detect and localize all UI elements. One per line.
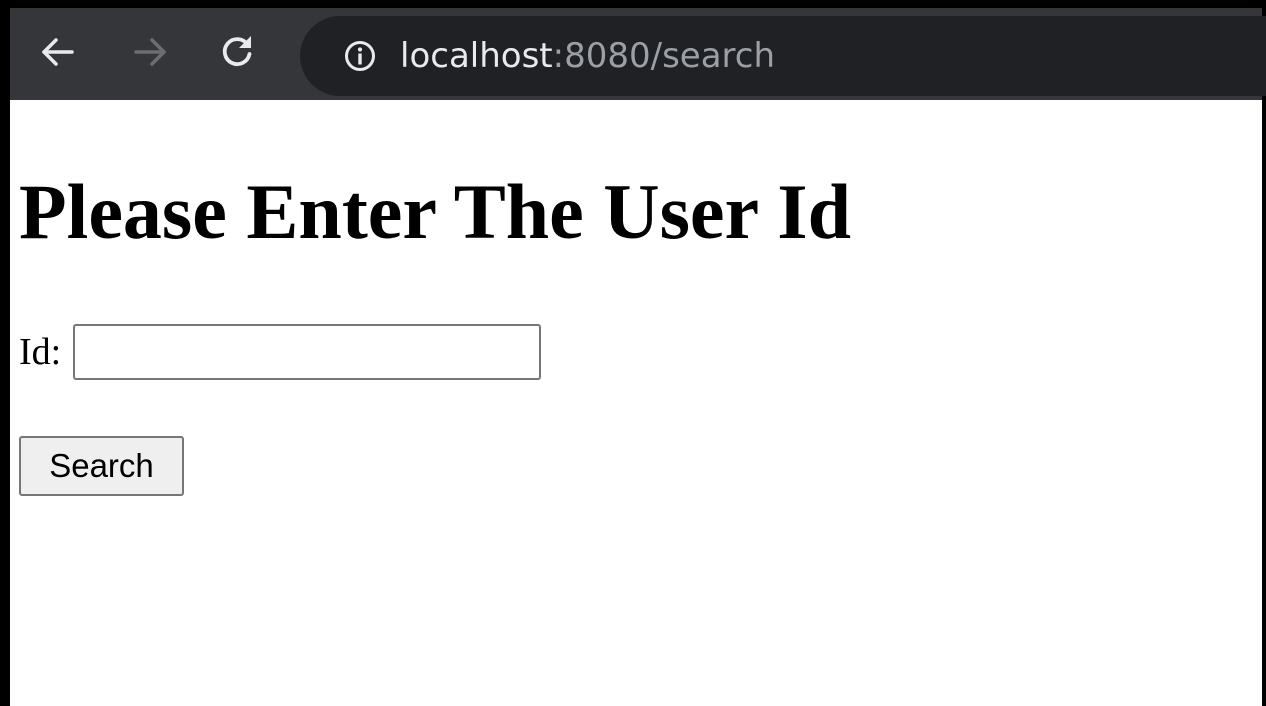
url-host: localhost bbox=[400, 36, 553, 76]
arrow-right-icon bbox=[134, 38, 166, 66]
page-title: Please Enter The User Id bbox=[19, 168, 851, 255]
screenshot-frame: localhost:8080/search Please Enter The U… bbox=[0, 0, 1266, 706]
forward-button[interactable] bbox=[128, 30, 172, 74]
id-input[interactable] bbox=[73, 324, 542, 380]
url-text: localhost:8080/search bbox=[400, 36, 775, 76]
page-content: Please Enter The User Id Id: Search bbox=[10, 100, 1262, 706]
reload-button[interactable] bbox=[215, 30, 259, 74]
id-form-row: Id: bbox=[19, 322, 542, 382]
info-circle-icon[interactable] bbox=[342, 38, 378, 74]
back-button[interactable] bbox=[36, 30, 80, 74]
address-bar[interactable]: localhost:8080/search bbox=[300, 16, 1266, 96]
arrow-left-icon bbox=[42, 38, 74, 66]
search-button[interactable]: Search bbox=[19, 436, 184, 496]
url-path: :8080/search bbox=[552, 36, 776, 76]
browser-toolbar: localhost:8080/search bbox=[10, 8, 1266, 100]
reload-icon bbox=[222, 36, 252, 67]
id-label: Id: bbox=[19, 331, 62, 373]
